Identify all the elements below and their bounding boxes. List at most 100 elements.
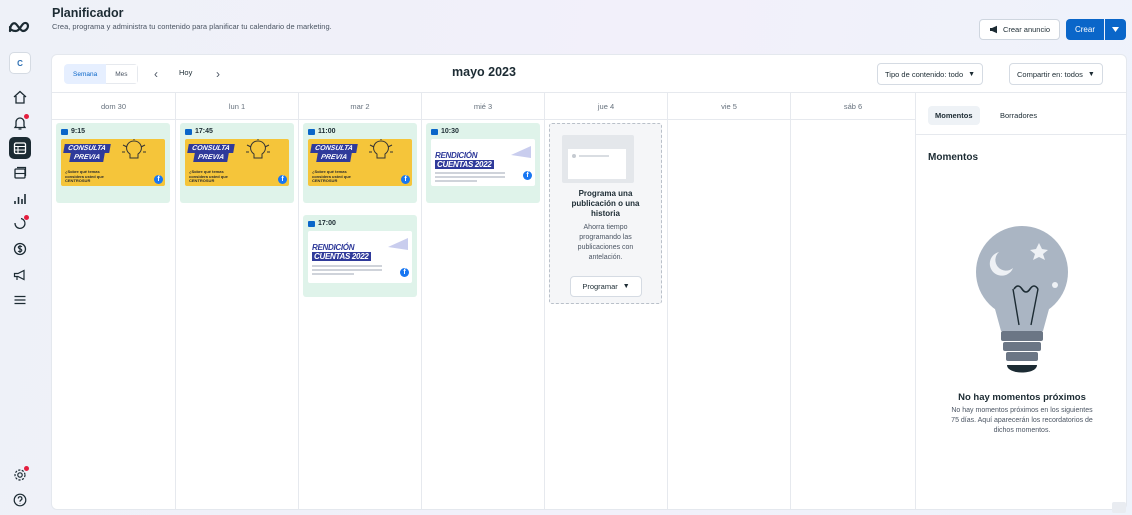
page-subtitle: Crea, programa y administra tu contenido… bbox=[52, 22, 332, 31]
monetization-dollar-icon[interactable] bbox=[9, 238, 31, 260]
lightbulb-icon bbox=[369, 139, 393, 159]
settings-alert-dot bbox=[24, 466, 29, 471]
page-title: Planificador bbox=[52, 6, 124, 20]
swoosh-decoration-icon bbox=[511, 146, 531, 158]
scheduled-post-card[interactable]: 11:00 CONSULTA PREVIA ¿Sobre qué temas c… bbox=[303, 123, 417, 203]
day-header: dom 30 bbox=[52, 93, 175, 120]
hamburger-menu-icon[interactable] bbox=[9, 289, 31, 311]
banner-line-1: CONSULTA bbox=[187, 144, 235, 153]
lightbulb-icon bbox=[122, 139, 146, 159]
help-icon[interactable] bbox=[9, 489, 31, 511]
calendar-post-icon bbox=[308, 220, 315, 227]
banner-line-1: CONSULTA bbox=[310, 144, 358, 153]
notifications-bell-icon[interactable] bbox=[9, 112, 31, 134]
banner-line-2: CUENTAS 2022 bbox=[312, 252, 371, 261]
post-time: 17:45 bbox=[195, 128, 213, 135]
view-week-button[interactable]: Semana bbox=[64, 64, 107, 84]
content-library-icon[interactable] bbox=[9, 162, 31, 184]
post-thumbnail: CONSULTA PREVIA ¿Sobre qué temas conside… bbox=[308, 139, 412, 186]
create-ad-label: Crear anuncio bbox=[1002, 25, 1051, 34]
placeholder-image bbox=[562, 135, 634, 183]
view-month-button[interactable]: Mes bbox=[106, 64, 138, 84]
tab-drafts[interactable]: Borradores bbox=[996, 106, 1041, 125]
banner-tagline: ¿Sobre qué temas considera usted que CEN… bbox=[189, 169, 228, 183]
moments-side-panel: Momentos Borradores Momentos No hay mome… bbox=[915, 93, 1126, 509]
post-thumbnail: CONSULTA PREVIA ¿Sobre qué temas conside… bbox=[61, 139, 165, 186]
month-label: mayo 2023 bbox=[452, 65, 516, 79]
settings-gear-icon[interactable] bbox=[9, 464, 31, 486]
home-icon[interactable] bbox=[9, 86, 31, 108]
planner-panel: Semana Mes ‹ Hoy › mayo 2023 Tipo de con… bbox=[51, 54, 1127, 510]
insights-chart-icon[interactable] bbox=[9, 188, 31, 210]
banner-line-2: PREVIA bbox=[69, 153, 105, 162]
scheduled-post-card[interactable]: 17:45 CONSULTA PREVIA ¿Sobre qué temas c… bbox=[180, 123, 294, 203]
post-time: 9:15 bbox=[71, 128, 86, 135]
side-tabs: Momentos Borradores bbox=[916, 93, 1126, 135]
account-avatar[interactable]: C bbox=[9, 52, 31, 74]
create-dropdown-button[interactable] bbox=[1105, 19, 1126, 40]
post-thumbnail: RENDICIÓN CUENTAS 2022 f bbox=[308, 231, 412, 283]
banner-tagline: ¿Sobre qué temas considera usted que CEN… bbox=[65, 169, 104, 183]
left-rail: C bbox=[0, 0, 40, 515]
calendar-post-icon bbox=[308, 128, 315, 135]
share-filter-label: Compartir en: todos bbox=[1017, 69, 1083, 79]
create-button[interactable]: Crear bbox=[1066, 19, 1104, 40]
facebook-icon: f bbox=[400, 268, 409, 277]
lightbulb-icon bbox=[246, 139, 270, 159]
notification-dot bbox=[24, 114, 29, 119]
day-header: mar 2 bbox=[299, 93, 421, 120]
day-header: jue 4 bbox=[545, 93, 667, 120]
scheduled-post-card[interactable]: 17:00 RENDICIÓN CUENTAS 2022 f bbox=[303, 215, 417, 297]
lightbulb-illustration-icon bbox=[976, 226, 1068, 373]
day-header: sáb 6 bbox=[791, 93, 915, 120]
post-time: 17:00 bbox=[318, 220, 336, 227]
calendar-post-icon bbox=[61, 128, 68, 135]
create-ad-button[interactable]: Crear anuncio bbox=[979, 19, 1060, 40]
banner-line-2: PREVIA bbox=[193, 153, 229, 162]
today-button[interactable]: Hoy bbox=[179, 68, 192, 77]
banner-line-1: RENDICIÓN bbox=[435, 151, 478, 160]
chevron-right-icon[interactable]: › bbox=[211, 64, 225, 84]
content-type-filter-label: Tipo de contenido: todo bbox=[885, 69, 964, 79]
moments-heading: Momentos bbox=[928, 152, 978, 163]
placeholder-description: Ahorra tiempo programando las publicacio… bbox=[577, 224, 634, 261]
scheduled-post-card[interactable]: 9:15 CONSULTA PREVIA ¿Sobre qué temas co… bbox=[56, 123, 170, 203]
banner-line-2: PREVIA bbox=[316, 153, 352, 162]
caret-down-icon bbox=[1112, 27, 1119, 32]
campaigns-megaphone-icon[interactable] bbox=[9, 264, 31, 286]
meta-logo-icon[interactable] bbox=[6, 17, 34, 37]
planner-calendar-icon[interactable] bbox=[9, 137, 31, 159]
view-toggle: Semana Mes bbox=[64, 64, 138, 84]
scheduled-post-card[interactable]: 10:30 RENDICIÓN CUENTAS 2022 f bbox=[426, 123, 540, 203]
post-thumbnail: CONSULTA PREVIA ¿Sobre qué temas conside… bbox=[185, 139, 289, 186]
ads-megaphone-icon[interactable] bbox=[9, 213, 31, 235]
calendar-post-icon bbox=[431, 128, 438, 135]
tab-moments[interactable]: Momentos bbox=[928, 106, 980, 125]
feedback-icon[interactable] bbox=[1112, 502, 1126, 513]
ads-alert-dot bbox=[24, 215, 29, 220]
content-type-filter[interactable]: Tipo de contenido: todo ▼ bbox=[877, 63, 984, 85]
caret-down-icon: ▼ bbox=[968, 70, 976, 78]
day-column[interactable]: vie 5 bbox=[668, 93, 791, 509]
calendar-toolbar: Semana Mes ‹ Hoy › mayo 2023 Tipo de con… bbox=[52, 55, 1126, 93]
caret-down-icon: ▼ bbox=[622, 283, 630, 290]
schedule-placeholder[interactable]: Programa una publicación o una historia … bbox=[549, 123, 662, 304]
schedule-button-label: Programar bbox=[582, 282, 618, 291]
day-header: lun 1 bbox=[176, 93, 298, 120]
account-initial: C bbox=[17, 58, 23, 68]
empty-state-description: No hay momentos próximos en los siguient… bbox=[951, 407, 1093, 434]
day-column[interactable]: sáb 6 bbox=[791, 93, 915, 509]
chevron-left-icon[interactable]: ‹ bbox=[149, 64, 163, 84]
banner-line-1: CONSULTA bbox=[63, 144, 111, 153]
banner-line-2: CUENTAS 2022 bbox=[435, 160, 494, 169]
schedule-button[interactable]: Programar ▼ bbox=[570, 276, 642, 297]
day-header: mié 3 bbox=[422, 93, 544, 120]
banner-tagline: ¿Sobre qué temas considera usted que CEN… bbox=[312, 169, 351, 183]
create-label: Crear bbox=[1074, 25, 1095, 34]
caret-down-icon: ▼ bbox=[1087, 70, 1095, 78]
post-time: 10:30 bbox=[441, 128, 459, 135]
facebook-icon: f bbox=[523, 171, 532, 180]
banner-line-1: RENDICIÓN bbox=[312, 243, 355, 252]
calendar-post-icon bbox=[185, 128, 192, 135]
share-filter[interactable]: Compartir en: todos ▼ bbox=[1009, 63, 1103, 85]
